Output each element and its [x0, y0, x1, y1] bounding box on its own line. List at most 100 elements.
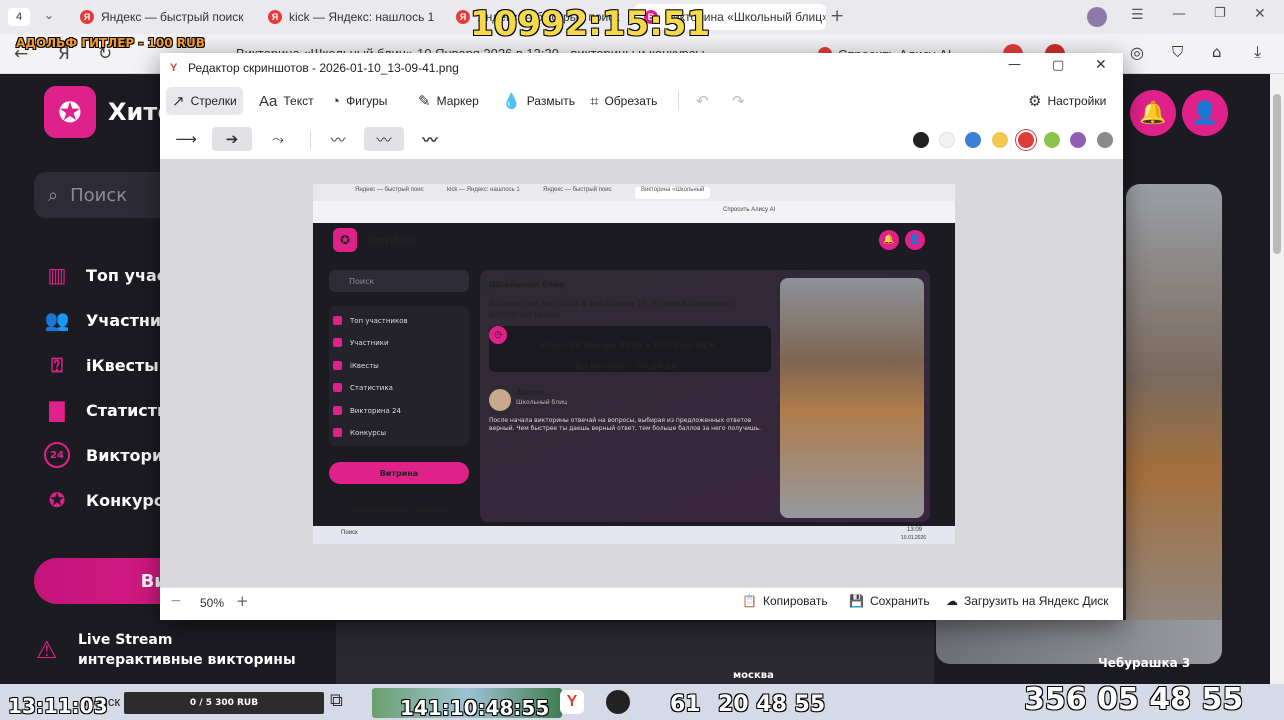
zoom-out-icon[interactable]: −: [170, 593, 188, 613]
browser-tab[interactable]: Яkick — Яндекс: нашлось 1: [258, 4, 438, 30]
upload-disk-button[interactable]: ☁ Загрузить на Яндекс Диск: [946, 594, 1109, 608]
inner-sidebar-label: iКвесты: [350, 361, 379, 370]
gear-icon: ⚙: [1028, 93, 1042, 110]
close-window-icon[interactable]: ✕: [1254, 6, 1266, 22]
blur-tool-icon: 💧: [502, 93, 521, 110]
yandex-browser-taskbar-icon[interactable]: Y: [560, 690, 584, 714]
shapes-tool-icon: ◔: [331, 92, 341, 110]
users-icon: 👥: [44, 308, 70, 332]
close-icon[interactable]: ✕: [1095, 57, 1107, 73]
tool-marker[interactable]: ✎ Маркер: [412, 87, 485, 115]
inner-sidebar-item: Статистика: [333, 383, 393, 392]
zoom-level: 50%: [200, 596, 225, 610]
inner-countdown-value: 00:20:28: [637, 362, 677, 371]
tool-blur[interactable]: 💧 Размыть: [496, 87, 581, 115]
editor-canvas[interactable]: Яндекс — быстрый поис kick — Яндекс: наш…: [160, 159, 1123, 587]
inner-address-bar: [313, 201, 955, 223]
redo-icon[interactable]: ↷: [732, 92, 745, 110]
chart-icon: ▥: [47, 263, 67, 287]
hitfan-logo[interactable]: ✪: [44, 86, 96, 138]
quest-icon: ⍰: [51, 353, 63, 377]
minimize-icon[interactable]: —: [1008, 57, 1021, 72]
tab-label: kick — Яндекс: нашлось 1: [289, 10, 435, 24]
yandex-icon: Я: [80, 10, 94, 24]
search-icon: ⌕: [48, 184, 59, 206]
upload-label: Загрузить на Яндекс Диск: [964, 594, 1109, 608]
image-caption: Чебурашка 3: [1098, 656, 1191, 670]
tab-label: Яндекс — быстрый поиск: [101, 10, 244, 24]
inner-sidebar-item: iКвесты: [333, 361, 379, 370]
arrow-style-thin[interactable]: ⟶: [166, 127, 206, 151]
scrollbar-thumb[interactable]: [1273, 94, 1281, 254]
profile-avatar[interactable]: [1087, 7, 1107, 27]
tool-text[interactable]: Aa Текст: [253, 87, 320, 115]
livestream-title[interactable]: Live Stream: [78, 632, 172, 648]
inner-live-title: Live Stream: [351, 497, 393, 505]
bookmarks-icon[interactable]: ⌂: [1212, 43, 1222, 61]
recording-app-taskbar-icon[interactable]: [606, 690, 630, 714]
toolbar-divider: [310, 131, 311, 149]
overlay-counter: 141:10:48:55: [400, 696, 550, 720]
inner-logo: ✪: [333, 228, 357, 252]
tab-count-badge[interactable]: 4: [8, 8, 30, 26]
inner-clock-icon: ◷: [489, 326, 507, 344]
zoom-in-icon[interactable]: +: [236, 592, 249, 610]
new-tab-button[interactable]: +: [830, 6, 844, 26]
warning-icon: ⚠: [36, 636, 58, 664]
inner-brand: Хитфан: [367, 234, 416, 247]
stroke-width-thick[interactable]: 〰: [410, 127, 450, 151]
minimize-icon[interactable]: —: [1172, 6, 1186, 22]
inner-tab: Яндекс — быстрый поис: [543, 187, 612, 193]
tool-shapes[interactable]: ◔ Фигуры: [325, 87, 393, 115]
color-swatch-purple[interactable]: [1070, 132, 1086, 148]
color-swatch-blue[interactable]: [965, 132, 981, 148]
tool-arrows[interactable]: ↗ Стрелки: [166, 87, 243, 115]
stats-icon: ▇: [49, 398, 65, 422]
tool-label: Фигуры: [346, 94, 388, 108]
toolbar-divider: [678, 91, 679, 111]
color-swatch-green[interactable]: [1044, 132, 1060, 148]
sidebar-item-quests[interactable]: ⍰ iКвесты: [44, 348, 159, 382]
color-swatch-gray[interactable]: [1097, 132, 1113, 148]
color-swatch-red-selected[interactable]: [1018, 132, 1034, 148]
undo-icon[interactable]: ↶: [696, 92, 709, 110]
browser-tab[interactable]: Я Яндекс — быстрый поиск: [70, 4, 250, 30]
shield-icon[interactable]: ⛉: [1172, 43, 1183, 61]
stroke-width-thin[interactable]: 〰: [318, 127, 358, 151]
restore-icon[interactable]: ❐: [1214, 6, 1226, 21]
inner-clock: 13:09: [907, 527, 923, 533]
inner-rules: После начала викторины отвечай на вопрос…: [489, 417, 761, 432]
arrow-style-bold[interactable]: ➔: [212, 127, 252, 151]
page-scrollbar[interactable]: [1270, 74, 1284, 684]
inner-showcase-button: Витрина: [329, 462, 469, 484]
inner-sidebar-item: Топ участников: [333, 316, 408, 325]
settings-button[interactable]: ⚙ Настройки: [1022, 87, 1112, 115]
save-button[interactable]: 💾 Сохранить: [849, 594, 930, 608]
24-icon: 24: [44, 442, 70, 468]
user-icon[interactable]: 👤: [1182, 90, 1228, 136]
download-icon[interactable]: ⤓: [1254, 42, 1261, 62]
sidebar-item-contests[interactable]: ✪ Конкурсы: [44, 483, 178, 517]
menu-icon[interactable]: ☰: [1131, 7, 1144, 23]
chevron-down-icon[interactable]: ⌄: [44, 8, 54, 22]
inner-host-role: Школьный блиц: [516, 399, 568, 406]
yandex-icon: Я: [456, 10, 470, 24]
screenshot-editor-window: Y Редактор скриншотов - 2026-01-10_13-09…: [160, 53, 1123, 620]
content-strip: [336, 622, 934, 684]
color-swatch-white[interactable]: [939, 132, 955, 148]
tool-crop[interactable]: ⌗ Обрезать: [584, 87, 663, 115]
inner-sidebar-item: Конкурсы: [333, 428, 386, 437]
livestream-subtitle[interactable]: интерактивные викторины: [78, 652, 296, 668]
inner-search: Поиск: [329, 270, 469, 292]
notifications-icon[interactable]: 🔔: [1130, 90, 1176, 136]
arrow-style-curved[interactable]: ⤳: [258, 127, 298, 151]
maximize-icon[interactable]: ▢: [1052, 58, 1064, 73]
copy-button[interactable]: 📋 Копировать: [742, 594, 828, 608]
task-view-icon[interactable]: ⧉: [330, 690, 343, 711]
color-swatch-black[interactable]: [913, 132, 929, 148]
screenshot-icon[interactable]: ◎: [1130, 43, 1144, 62]
inner-user-icon: 👤: [905, 230, 925, 250]
stroke-width-medium[interactable]: 〰: [364, 127, 404, 151]
inner-tab-active: Викторина «Школьный: [635, 187, 711, 199]
color-swatch-yellow[interactable]: [992, 132, 1008, 148]
